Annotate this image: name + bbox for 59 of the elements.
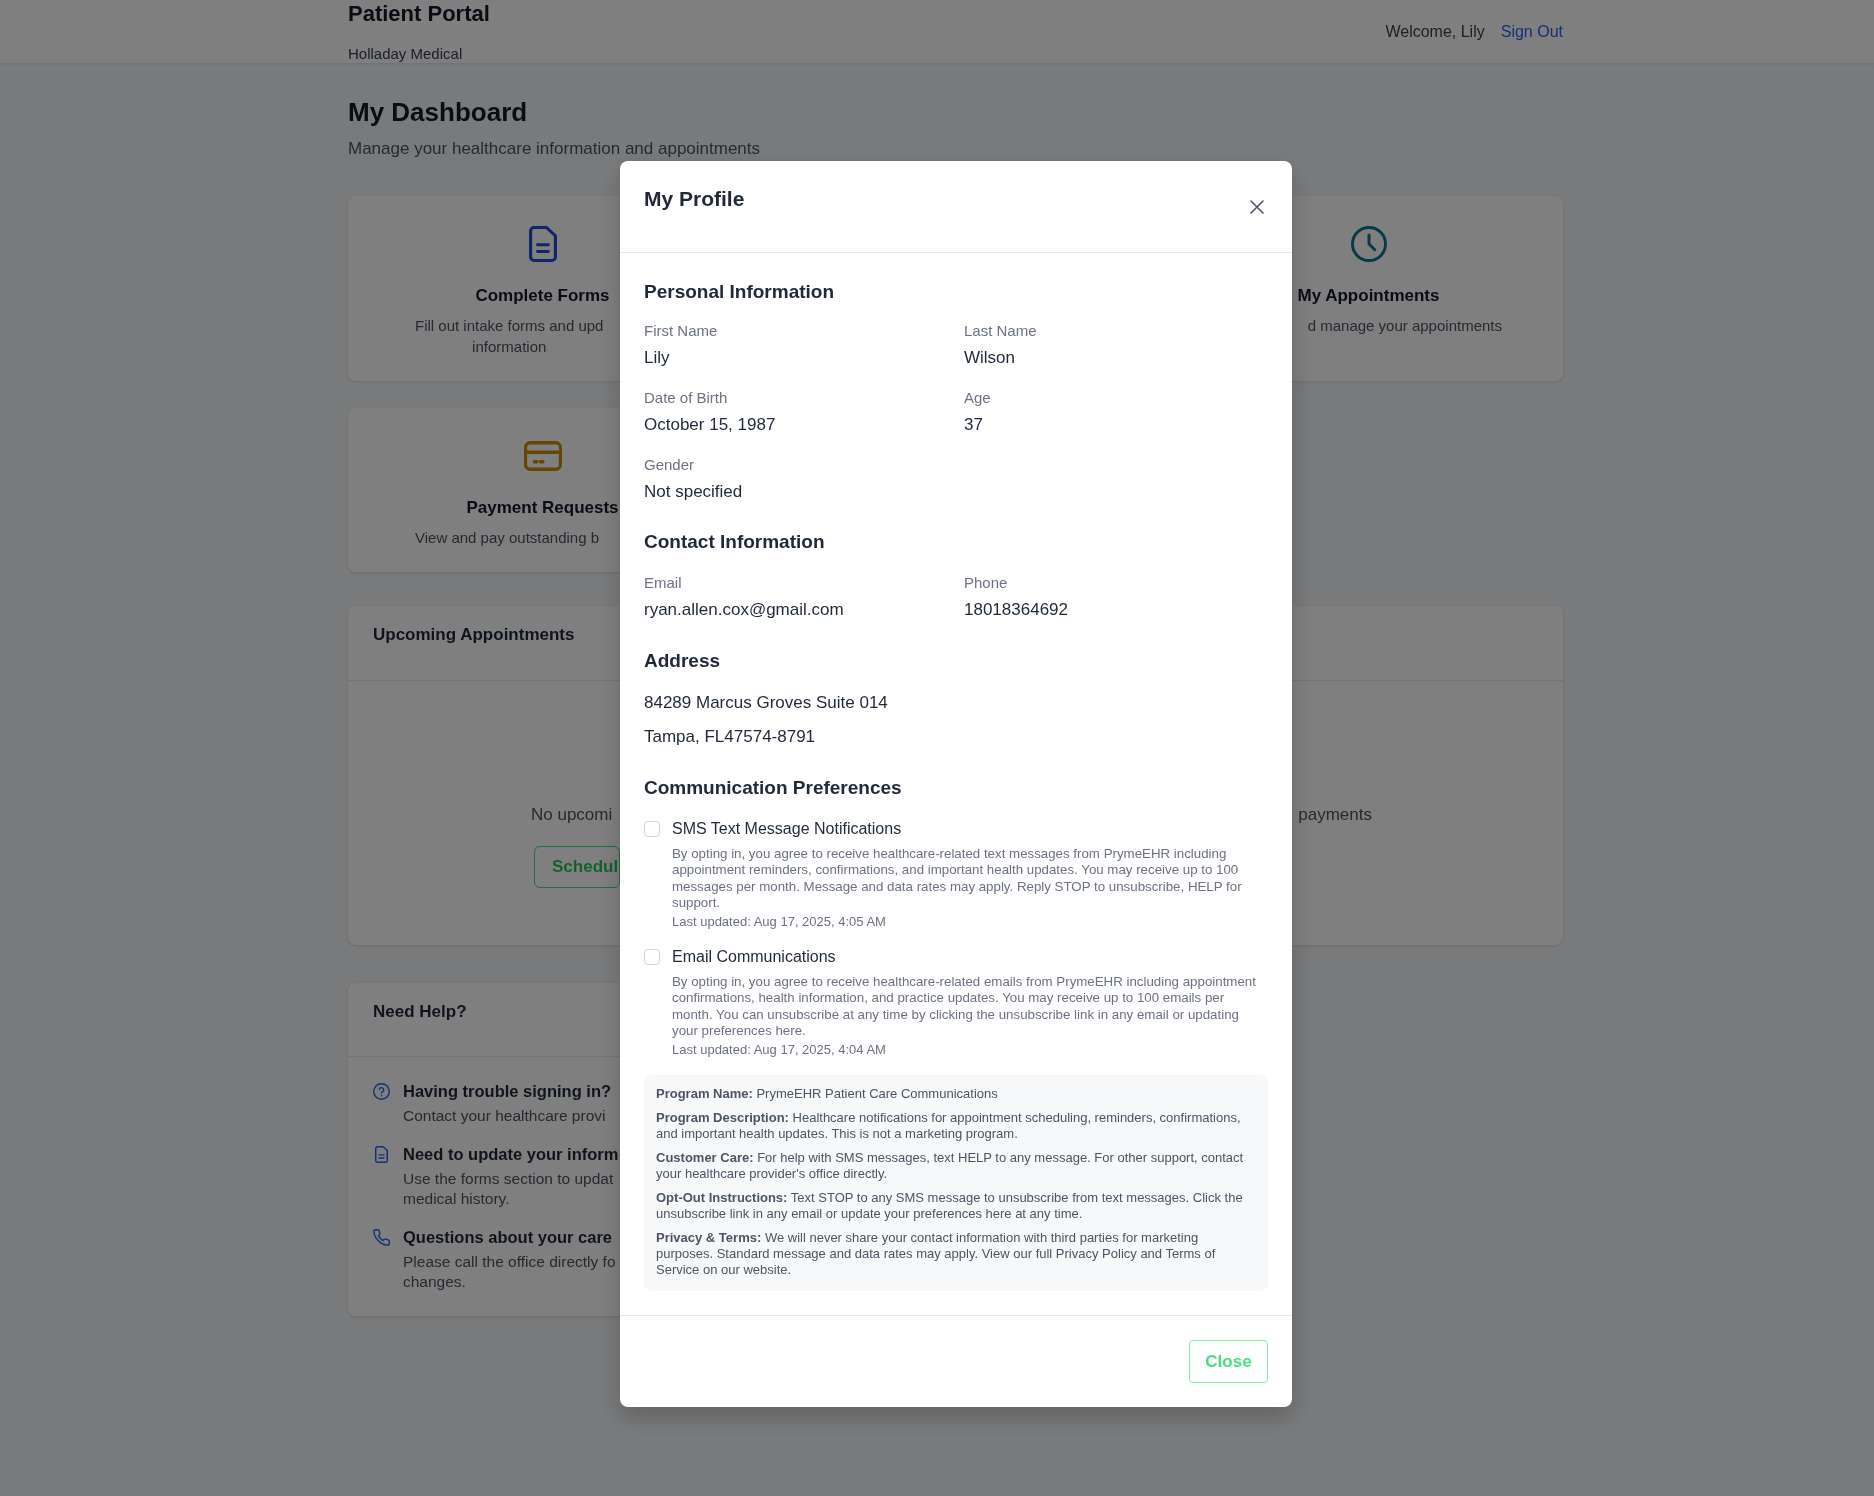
section-heading: Communication Preferences xyxy=(644,776,903,800)
phone-icon xyxy=(373,1229,390,1246)
field-value: 37 xyxy=(964,414,984,436)
program-info-text: Customer Care: For help with SMS messages, text HELP to any message. For other support, contact your healthcare provider's office directly. xyxy=(656,1150,1245,1183)
help-item-text: Contact your healthcare provi xyxy=(403,1106,607,1126)
close-icon xyxy=(1250,200,1264,214)
page-subtitle: Manage your healthcare information and appointments xyxy=(348,138,762,160)
help-item-text: Use the forms section to updat medical history. xyxy=(403,1169,615,1209)
sign-out-link[interactable]: Sign Out xyxy=(1500,21,1563,42)
program-info-text: Program Description: Healthcare notifications for appointment scheduling, reminders, confirmations, and important health updates. This is not a marketing program. xyxy=(656,1110,1242,1143)
field-label: Email xyxy=(644,574,683,592)
last-updated-text: Last updated: Aug 17, 2025, 4:04 AM xyxy=(672,1042,887,1059)
field-value: 18018364692 xyxy=(964,599,1069,621)
welcome-text: Welcome, Lily xyxy=(1385,21,1485,42)
card-description: Fill out intake forms and upd information xyxy=(415,316,604,357)
program-info-text: Program Name: PrymeEHR Patient Care Communications xyxy=(656,1086,999,1103)
question-circle-icon xyxy=(373,1083,390,1100)
close-button[interactable] xyxy=(1250,200,1264,214)
field-label: Age xyxy=(964,389,992,407)
section-heading: Address xyxy=(644,649,722,673)
address-line: 84289 Marcus Groves Suite 014 xyxy=(644,692,889,714)
field-label: Last Name xyxy=(964,322,1038,340)
card-title: My Appointments xyxy=(1297,285,1440,307)
panel-title: Upcoming Appointments xyxy=(373,625,575,644)
checkbox[interactable] xyxy=(644,949,660,966)
card-description: View and pay outstanding b xyxy=(415,528,600,548)
clock-icon xyxy=(1350,226,1387,262)
credit-card-icon xyxy=(523,441,562,471)
portal-title: Patient Portal xyxy=(348,1,490,27)
card-title: Complete Forms xyxy=(475,285,610,307)
field-label: Date of Birth xyxy=(644,389,729,407)
preference-description: By opting in, you agree to receive healthcare-related emails from PrymeEHR including appointment confirmations, health information, and practice updates. You may receive up to 100 emails per month. You can unsubscribe at any time by clicking the unsubscribe link in any email or updating your preferences here. xyxy=(672,974,1257,1040)
help-item-text: Please call the office directly fo changes. xyxy=(403,1252,616,1292)
preference-title: Email Communications xyxy=(672,947,836,968)
help-item-title: Questions about your care xyxy=(403,1227,614,1248)
document-icon xyxy=(528,226,557,262)
field-value: ryan.allen.cox@gmail.com xyxy=(644,599,845,621)
field-value: Wilson xyxy=(964,347,1016,369)
field-label: First Name xyxy=(644,322,719,340)
panel-title: Need Help? xyxy=(373,1002,467,1021)
preference-title: SMS Text Message Notifications xyxy=(672,819,902,839)
card-title: Payment Requests xyxy=(466,497,619,519)
empty-state-text: No upcomi xyxy=(531,804,613,826)
program-info-text: Opt-Out Instructions: Text STOP to any SMS message to unsubscribe from text messages. Click the unsubscribe link in any email or update your preferences here at any time. xyxy=(656,1190,1244,1223)
card-description: d manage your appointments xyxy=(1307,316,1502,336)
document-icon xyxy=(375,1146,388,1163)
page-title: My Dashboard xyxy=(348,96,529,128)
clinic-name: Holladay Medical xyxy=(348,45,464,63)
checkbox[interactable] xyxy=(644,821,660,837)
field-label: Gender xyxy=(644,456,696,474)
field-label: Phone xyxy=(964,574,1009,592)
help-item-title: Having trouble signing in? xyxy=(403,1081,612,1102)
address-line: Tampa, FL47574-8791 xyxy=(644,726,817,748)
program-info-text: Privacy & Terms: We will never share your contact information with third parties for marketing purposes. Standard message and data rates may apply. View our full Privacy Policy and Terms of Service on our website. xyxy=(656,1230,1217,1279)
empty-state-text: payments xyxy=(1298,805,1372,824)
preference-description: By opting in, you agree to receive healthcare-related text messages from PrymeEHR including appointment reminders, confirmations, and important health updates. You may receive up to 100 messages per month. Message and data rates may apply. Reply STOP to unsubscribe, HELP for support. xyxy=(672,846,1243,912)
field-value: Lily xyxy=(644,347,671,369)
last-updated-text: Last updated: Aug 17, 2025, 4:05 AM xyxy=(672,914,887,931)
help-item-title: Need to update your inform xyxy=(403,1144,619,1165)
